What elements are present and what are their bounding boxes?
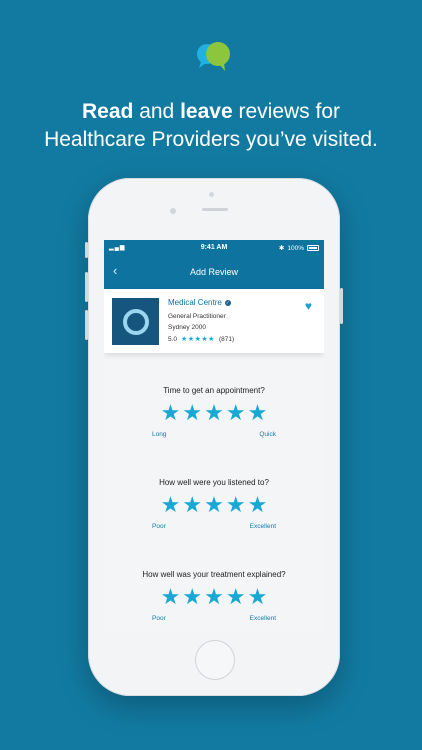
- star-icon[interactable]: ★: [204, 586, 224, 608]
- battery-icon: [307, 245, 319, 251]
- star-icon[interactable]: ★: [161, 494, 181, 516]
- star-icon[interactable]: ★: [248, 494, 268, 516]
- provider-location: Sydney 2000: [168, 324, 206, 331]
- phone-volume-up: [85, 272, 88, 302]
- phone-side-button: [85, 242, 88, 258]
- provider-logo: [112, 298, 159, 345]
- nav-row: ‹ Add Review: [104, 257, 324, 289]
- phone-speaker: [202, 208, 228, 211]
- provider-rating: 5.0: [168, 335, 178, 343]
- star-rating: ★ ★ ★ ★ ★: [104, 494, 324, 516]
- provider-ring-icon: [122, 308, 149, 335]
- scale-high-label: Excellent: [249, 523, 276, 530]
- rating-scale: Poor Excellent: [104, 523, 324, 533]
- scale-high-label: Quick: [259, 431, 276, 438]
- star-icon[interactable]: ★: [226, 494, 246, 516]
- star-icon[interactable]: ★: [248, 586, 268, 608]
- provider-review-count: (871): [218, 335, 235, 343]
- question-appointment-time: Time to get an appointment? ★ ★ ★ ★ ★ Lo…: [104, 386, 324, 441]
- provider-name-row: Medical Centre ✓: [168, 298, 231, 307]
- scale-low-label: Long: [152, 431, 167, 438]
- app-bar: ▂▄▆ 9:41 AM ✱ 100% ‹ Add Review: [104, 240, 324, 289]
- headline-read: Read: [82, 100, 134, 123]
- battery-percent: 100%: [287, 244, 304, 252]
- bluetooth-icon: ✱: [278, 245, 285, 252]
- star-icon[interactable]: ★: [226, 586, 246, 608]
- phone-front-camera: [170, 208, 176, 214]
- phone-power-button: [340, 288, 343, 324]
- favorite-heart-icon[interactable]: ♥: [305, 299, 312, 313]
- question-listened-to: How well were you listened to? ★ ★ ★ ★ ★…: [104, 478, 324, 533]
- phone-volume-down: [85, 310, 88, 340]
- question-label: Time to get an appointment?: [163, 386, 265, 395]
- phone-camera-top: [209, 192, 214, 197]
- star-icon[interactable]: ★: [161, 402, 181, 424]
- headline-and: and: [133, 100, 181, 123]
- rating-scale: Long Quick: [104, 431, 324, 441]
- provider-rating-row: 5.0 ★★★★★ (871): [168, 335, 235, 344]
- status-bar: ▂▄▆ 9:41 AM ✱ 100%: [104, 240, 324, 257]
- phone-screen: ▂▄▆ 9:41 AM ✱ 100% ‹ Add Review Medical …: [104, 240, 324, 632]
- star-icon[interactable]: ★: [204, 402, 224, 424]
- scale-low-label: Poor: [152, 523, 166, 530]
- verified-icon: ✓: [224, 299, 231, 306]
- star-icon[interactable]: ★: [248, 402, 268, 424]
- headline-rest: reviews for: [232, 100, 340, 123]
- provider-stars-icon: ★★★★★: [181, 336, 215, 343]
- provider-type: General Practitioner: [168, 313, 226, 320]
- scale-high-label: Excellent: [249, 615, 276, 622]
- star-icon[interactable]: ★: [182, 586, 202, 608]
- headline-leave: leave: [180, 100, 233, 123]
- star-icon[interactable]: ★: [161, 586, 181, 608]
- star-icon[interactable]: ★: [182, 494, 202, 516]
- star-icon[interactable]: ★: [182, 402, 202, 424]
- provider-card[interactable]: Medical Centre ✓ General Practitioner Sy…: [104, 289, 324, 353]
- rating-scale: Poor Excellent: [104, 615, 324, 625]
- headline: Read and leave reviews for Healthcare Pr…: [0, 98, 422, 154]
- nav-title: Add Review: [189, 267, 239, 277]
- home-button[interactable]: [195, 640, 235, 680]
- star-rating: ★ ★ ★ ★ ★: [104, 402, 324, 424]
- scale-low-label: Poor: [152, 615, 166, 622]
- star-icon[interactable]: ★: [226, 402, 246, 424]
- headline-line2: Healthcare Providers you’ve visited.: [44, 128, 378, 151]
- provider-name[interactable]: Medical Centre: [168, 298, 222, 307]
- star-rating: ★ ★ ★ ★ ★: [104, 586, 324, 608]
- question-label: How well were you listened to?: [159, 478, 269, 487]
- question-label: How well was your treatment explained?: [142, 570, 286, 579]
- status-right: ✱ 100%: [279, 244, 319, 252]
- app-logo-icon: [197, 42, 230, 71]
- star-icon[interactable]: ★: [204, 494, 224, 516]
- question-treatment-explained: How well was your treatment explained? ★…: [104, 570, 324, 625]
